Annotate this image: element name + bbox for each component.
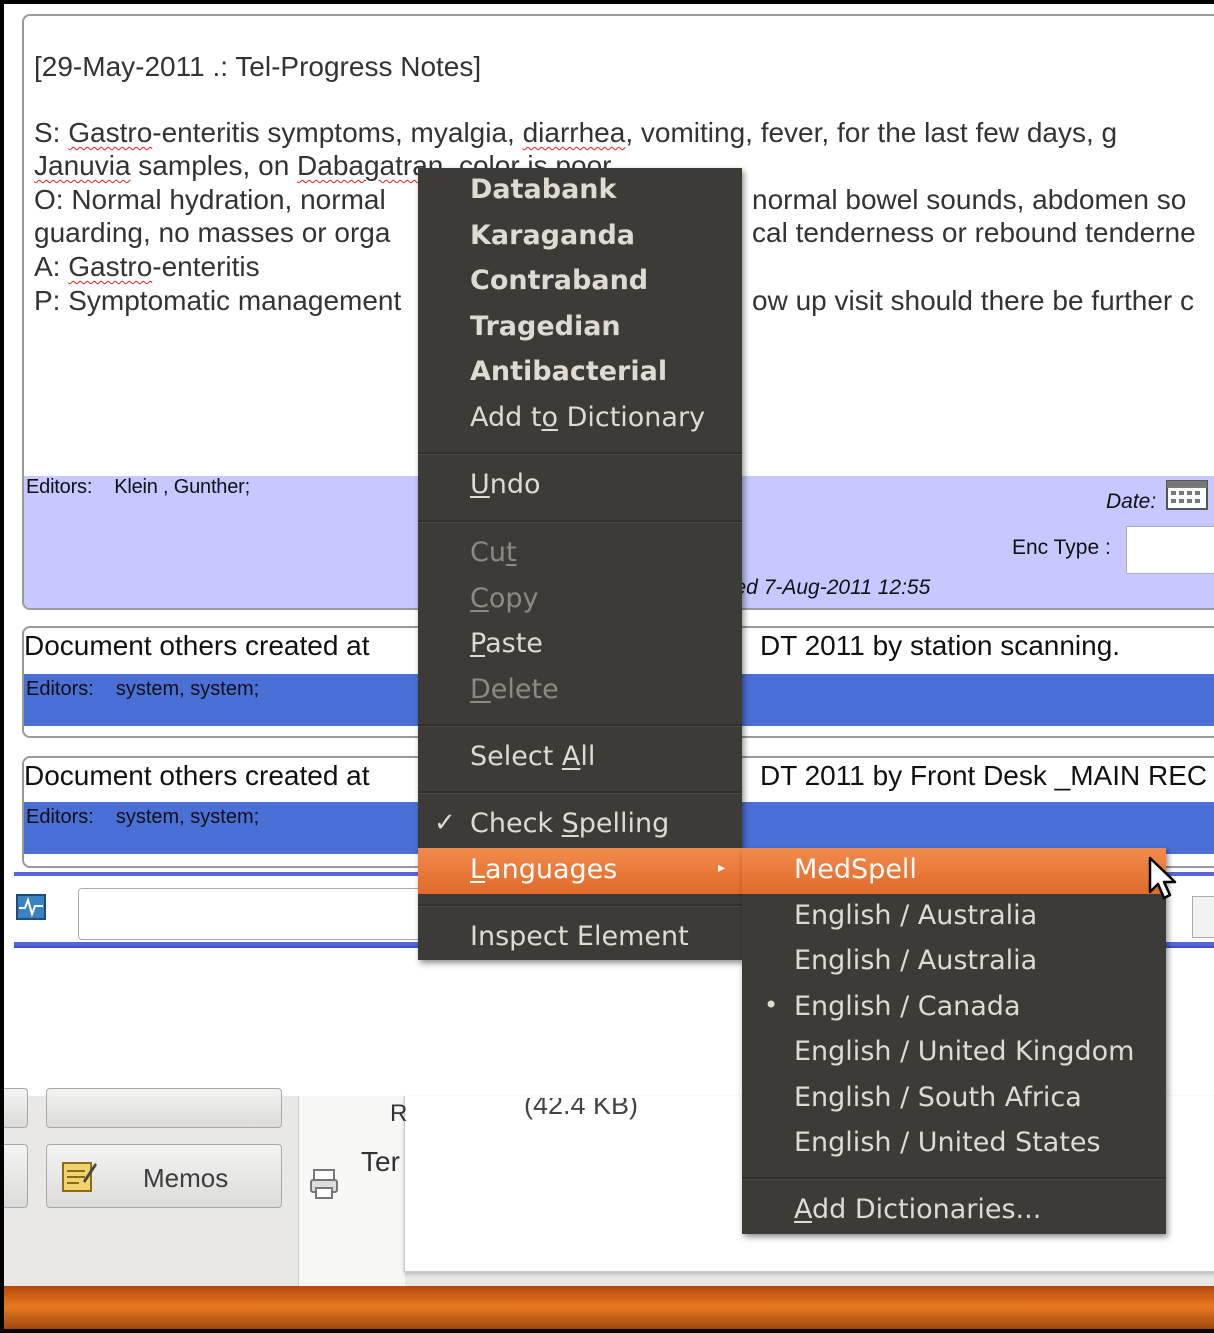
document-title: Document others created at — [24, 760, 370, 791]
document-title-right: DT 2011 by station scanning. — [760, 630, 1121, 661]
sidebar-edge-button[interactable] — [4, 1144, 28, 1208]
document-editors: Editors: system, system; — [26, 806, 260, 828]
add-dictionaries-item[interactable]: Add Dictionaries... — [742, 1188, 1166, 1234]
note-line-objective-left: O: Normal hydration, normal — [34, 184, 386, 215]
date-label: Date: — [1106, 490, 1157, 513]
mouse-cursor-icon — [1148, 856, 1177, 900]
add-to-dictionary-item[interactable]: Add to Dictionary — [418, 396, 742, 442]
calendar-button-fragment[interactable] — [46, 1088, 282, 1128]
language-english-united-states[interactable]: English / United States — [742, 1121, 1166, 1167]
suggestion-antibacterial[interactable]: Antibacterial — [418, 350, 742, 396]
text-fragment: R — [390, 1100, 408, 1127]
language-english-australia-2[interactable]: English / Australia — [742, 939, 1166, 985]
suggestion-contraband[interactable]: Contraband — [418, 259, 742, 305]
delete-item[interactable]: Delete — [418, 668, 742, 714]
note-line-plan-left: P: Symptomatic management — [34, 285, 402, 316]
screenshot-frame: Memos Ter (42.4 KB) R [29-May-2011 .: Te… — [0, 0, 1214, 1333]
note-line-assessment: A: Gastro-enteritis — [34, 251, 260, 282]
suggestion-tragedian[interactable]: Tragedian — [418, 305, 742, 351]
language-english-united-kingdom[interactable]: English / United Kingdom — [742, 1030, 1166, 1076]
suggestion-databank[interactable]: Databank — [418, 168, 742, 214]
suggestion-karaganda[interactable]: Karaganda — [418, 214, 742, 260]
enc-type-input[interactable] — [1126, 526, 1214, 574]
paste-item[interactable]: Paste — [418, 622, 742, 668]
file-name-fragment[interactable]: Ter — [361, 1146, 400, 1178]
context-menu: Databank Karaganda Contraband Tragedian … — [418, 168, 742, 960]
calendar-icon[interactable] — [1166, 480, 1208, 510]
misspelled-word[interactable]: diarrhea — [523, 117, 626, 148]
enc-type-label: Enc Type : — [1012, 536, 1111, 559]
menu-separator — [418, 791, 742, 794]
document-title-right: DT 2011 by Front Desk _MAIN REC — [760, 760, 1208, 791]
document-title: Document others created at — [24, 630, 370, 661]
note-line-guarding-right: cal tenderness or rebound tenderne — [752, 217, 1196, 248]
misspelled-word[interactable]: Gastro — [68, 117, 152, 148]
note-entry-input[interactable] — [78, 888, 430, 940]
memos-label: Memos — [143, 1163, 229, 1193]
inspect-element-item[interactable]: Inspect Element — [418, 915, 742, 961]
sidebar-edge-button-top[interactable] — [4, 1088, 28, 1128]
copy-item[interactable]: Copy — [418, 577, 742, 623]
languages-item[interactable]: Languages ▸ — [418, 848, 742, 894]
menu-separator — [418, 724, 742, 727]
menu-separator — [418, 520, 742, 523]
note-line-objective-right: normal bowel sounds, abdomen so — [752, 184, 1187, 215]
selected-bullet-icon: • — [764, 991, 779, 1019]
misspelled-word[interactable]: Gastro — [68, 251, 152, 282]
cut-item[interactable]: Cut — [418, 531, 742, 577]
check-spelling-item[interactable]: ✓ Check Spelling — [418, 802, 742, 848]
menu-separator — [418, 452, 742, 455]
language-medspell[interactable]: MedSpell — [742, 848, 1166, 894]
memos-button[interactable]: Memos — [46, 1144, 282, 1208]
languages-submenu: MedSpell English / Australia English / A… — [742, 848, 1166, 1234]
misspelled-word[interactable]: Januvia — [34, 150, 131, 181]
note-line-subjective: S: Gastro-enteritis symptoms, myalgia, d… — [34, 117, 1118, 148]
undo-item[interactable]: Undo — [418, 463, 742, 509]
vitals-icon[interactable] — [16, 894, 46, 920]
note-editors: Editors: Klein , Gunther; — [26, 476, 250, 498]
note-title: [29-May-2011 .: Tel-Progress Notes] — [34, 51, 482, 82]
memo-pencil-icon — [62, 1162, 97, 1192]
saved-timestamp: ved 7-Aug-2011 12:55 — [724, 576, 931, 599]
checkmark-icon: ✓ — [434, 808, 456, 838]
language-english-australia[interactable]: English / Australia — [742, 894, 1166, 940]
select-all-item[interactable]: Select All — [418, 735, 742, 781]
language-english-south-africa[interactable]: English / South Africa — [742, 1076, 1166, 1122]
secondary-input[interactable] — [1192, 896, 1214, 938]
submenu-arrow-icon: ▸ — [718, 860, 726, 876]
file-list-strip: Ter — [298, 1096, 405, 1286]
menu-separator — [742, 1177, 1166, 1180]
note-line-guarding-left: guarding, no masses or orga — [34, 217, 391, 248]
note-line-plan-right: ow up visit should there be further c — [752, 285, 1195, 316]
desktop-wallpaper-strip — [4, 1286, 1214, 1329]
file-size-fragment: (42.4 KB) — [524, 1090, 639, 1120]
printer-icon — [310, 1169, 338, 1199]
menu-separator — [418, 904, 742, 907]
document-editors: Editors: system, system; — [26, 678, 260, 700]
language-english-canada[interactable]: • English / Canada — [742, 985, 1166, 1031]
